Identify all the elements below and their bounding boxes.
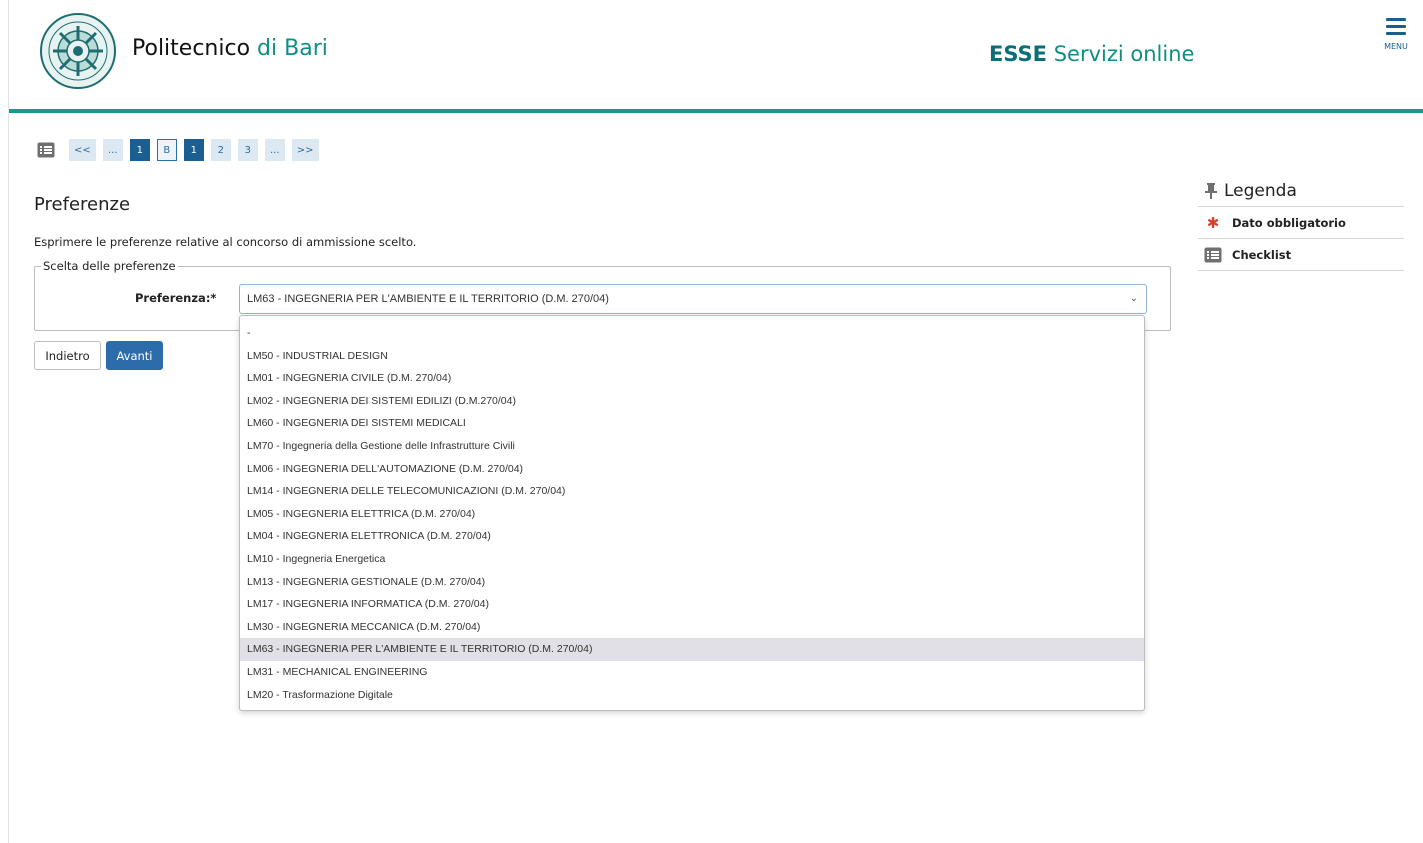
preference-label: Preferenza:* <box>135 291 217 305</box>
option-item[interactable]: LM17 - INGEGNERIA INFORMATICA (D.M. 270/… <box>240 593 1144 616</box>
header-divider <box>9 109 1423 113</box>
preference-selected-value: LM63 - INGEGNERIA PER L'AMBIENTE E IL TE… <box>247 293 609 305</box>
legend-header: Legenda <box>1198 176 1404 207</box>
legend-item-required: ✱ Dato obbligatorio <box>1198 207 1404 239</box>
option-item[interactable]: LM20 - Trasformazione Digitale <box>240 684 1144 707</box>
option-item[interactable]: LM60 - INGEGNERIA DEI SISTEMI MEDICALI <box>240 412 1144 435</box>
pager-ellipsis-right[interactable]: ... <box>264 139 285 161</box>
fieldset-legend: Scelta delle preferenze <box>43 259 176 273</box>
option-item[interactable]: LM01 - INGEGNERIA CIVILE (D.M. 270/04) <box>240 367 1144 390</box>
checklist-icon <box>1204 247 1222 262</box>
menu-button[interactable]: MENU <box>1381 14 1411 54</box>
left-border <box>8 0 9 843</box>
pager-step-1-current[interactable]: 1 <box>183 139 204 161</box>
service-title-rest: Servizi online <box>1053 42 1195 66</box>
university-seal-icon <box>40 13 116 89</box>
pager-ellipsis-left[interactable]: ... <box>102 139 123 161</box>
preference-select[interactable]: LM63 - INGEGNERIA PER L'AMBIENTE E IL TE… <box>239 284 1147 314</box>
logo-accent: di Bari <box>257 36 328 61</box>
pager-step-3[interactable]: 3 <box>237 139 258 161</box>
service-title-bold: ESSE <box>989 42 1047 66</box>
legend-item-label: Checklist <box>1232 247 1292 262</box>
option-item[interactable]: LM30 - INGEGNERIA MECCANICA (D.M. 270/04… <box>240 616 1144 639</box>
pager-first[interactable]: << <box>69 139 96 161</box>
option-item[interactable]: LM10 - Ingegneria Energetica <box>240 548 1144 571</box>
option-item[interactable]: LM70 - Ingegneria della Gestione delle I… <box>240 435 1144 458</box>
page-title: Preferenze <box>34 194 131 215</box>
list-icon[interactable] <box>37 142 55 158</box>
hamburger-icon-bar <box>1386 32 1406 35</box>
menu-label: MENU <box>1384 42 1408 51</box>
preference-options-list: - LM50 - INDUSTRIAL DESIGN LM01 - INGEGN… <box>239 315 1145 711</box>
hamburger-icon-bar <box>1386 25 1406 28</box>
option-item-selected[interactable]: LM63 - INGEGNERIA PER L'AMBIENTE E IL TE… <box>240 638 1144 661</box>
option-item[interactable]: LM13 - INGEGNERIA GESTIONALE (D.M. 270/0… <box>240 571 1144 594</box>
logo-main: Politecnico <box>132 36 251 61</box>
option-item[interactable]: LM02 - INGEGNERIA DEI SISTEMI EDILIZI (D… <box>240 390 1144 413</box>
pin-icon <box>1205 183 1217 199</box>
required-star-icon: ✱ <box>1206 213 1220 232</box>
legend-panel: Legenda ✱ Dato obbligatorio Checklist <box>1198 176 1404 271</box>
legend-item-label: Dato obbligatorio <box>1232 215 1346 230</box>
option-item[interactable]: - <box>240 322 1144 345</box>
option-item[interactable]: LM05 - INGEGNERIA ELETTRICA (D.M. 270/04… <box>240 503 1144 526</box>
legend-item-checklist: Checklist <box>1198 239 1404 271</box>
option-item[interactable]: LM14 - INGEGNERIA DELLE TELECOMUNICAZION… <box>240 480 1144 503</box>
pager-step-b[interactable]: B <box>156 139 177 161</box>
pager-step-1[interactable]: 1 <box>129 139 150 161</box>
service-title: ESSE Servizi online <box>989 42 1194 66</box>
option-item[interactable]: LM50 - INDUSTRIAL DESIGN <box>240 345 1144 368</box>
pager-last[interactable]: >> <box>291 139 319 161</box>
pager-step-2[interactable]: 2 <box>210 139 231 161</box>
chevron-down-icon: ⌄ <box>1129 293 1138 304</box>
site-header: Politecnico di Bari ESSE Servizi online … <box>9 0 1423 110</box>
option-item[interactable]: LM06 - INGEGNERIA DELL'AUTOMAZIONE (D.M.… <box>240 458 1144 481</box>
wizard-pager: << ... 1 B 1 2 3 ... >> <box>37 138 326 162</box>
site-logo-text[interactable]: Politecnico di Bari <box>132 36 328 61</box>
hamburger-icon <box>1386 18 1406 21</box>
option-item[interactable]: LM31 - MECHANICAL ENGINEERING <box>240 661 1144 684</box>
next-button[interactable]: Avanti <box>106 341 163 370</box>
instructions-text: Esprimere le preferenze relative al conc… <box>34 235 417 249</box>
legend-title: Legenda <box>1224 181 1297 201</box>
option-item[interactable]: LM04 - INGEGNERIA ELETTRONICA (D.M. 270/… <box>240 525 1144 548</box>
back-button[interactable]: Indietro <box>34 341 101 370</box>
